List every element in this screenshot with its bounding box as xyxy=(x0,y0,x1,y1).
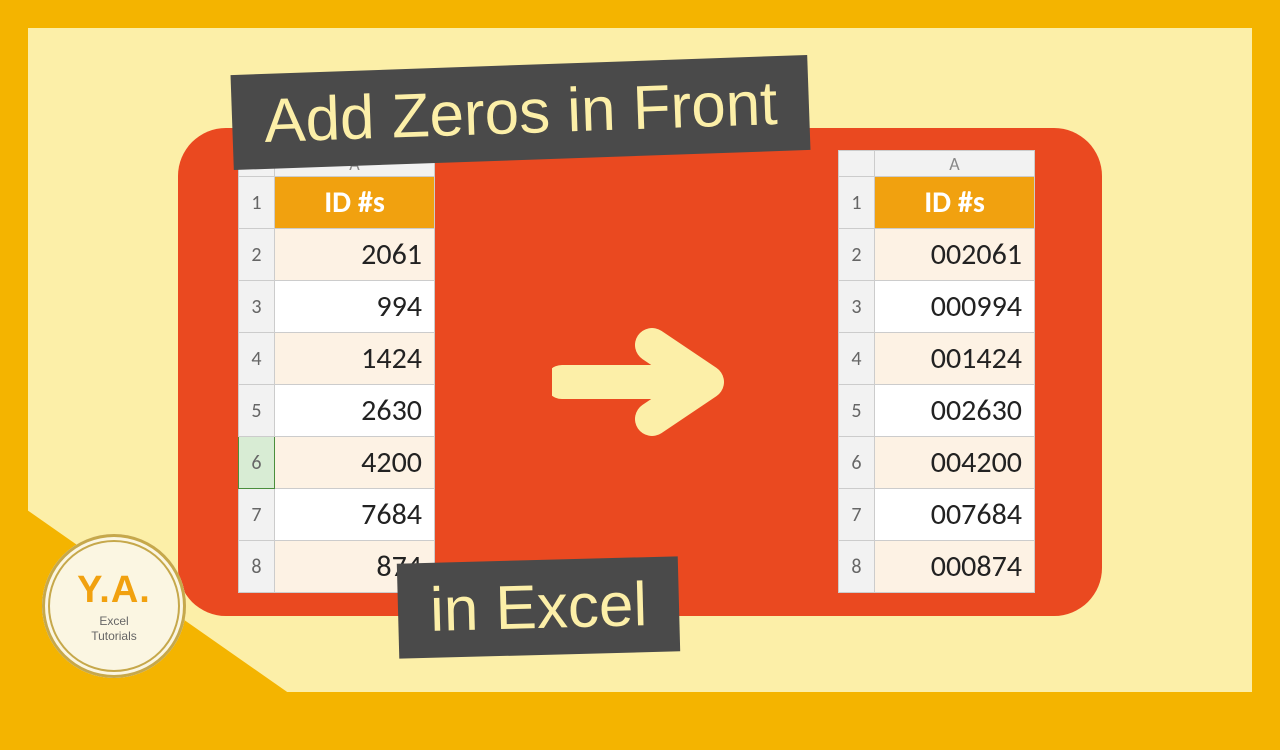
row-header: 8 xyxy=(239,541,275,593)
row-header: 1 xyxy=(839,177,875,229)
logo-initials: Y.A. xyxy=(77,569,151,612)
row-header: 5 xyxy=(839,385,875,437)
column-header: A xyxy=(875,151,1035,177)
header-cell: ID #s xyxy=(275,177,435,229)
logo-subtitle: ExcelTutorials xyxy=(91,614,137,643)
arrow-icon xyxy=(552,332,728,432)
data-cell: 2061 xyxy=(275,229,435,281)
channel-logo: Y.A. ExcelTutorials xyxy=(42,534,186,678)
title-banner-bottom: in Excel xyxy=(397,556,680,658)
row-header: 2 xyxy=(839,229,875,281)
data-cell: 994 xyxy=(275,281,435,333)
row-header: 7 xyxy=(239,489,275,541)
row-header: 4 xyxy=(239,333,275,385)
data-cell: 1424 xyxy=(275,333,435,385)
data-cell: 002630 xyxy=(875,385,1035,437)
data-cell: 007684 xyxy=(875,489,1035,541)
row-header: 7 xyxy=(839,489,875,541)
title-banner-top: Add Zeros in Front xyxy=(231,55,811,170)
row-header: 8 xyxy=(839,541,875,593)
data-cell: 001424 xyxy=(875,333,1035,385)
data-cell: 7684 xyxy=(275,489,435,541)
data-cell: 004200 xyxy=(875,437,1035,489)
row-header: 6 xyxy=(839,437,875,489)
row-header: 1 xyxy=(239,177,275,229)
table-corner xyxy=(839,151,875,177)
data-cell: 000874 xyxy=(875,541,1035,593)
data-cell: 000994 xyxy=(875,281,1035,333)
data-cell: 4200 xyxy=(275,437,435,489)
row-header: 5 xyxy=(239,385,275,437)
header-cell: ID #s xyxy=(875,177,1035,229)
row-header: 4 xyxy=(839,333,875,385)
data-cell: 002061 xyxy=(875,229,1035,281)
row-header: 3 xyxy=(239,281,275,333)
excel-table-after: A 1 ID #s 200206130009944001424500263060… xyxy=(838,150,1035,593)
row-header: 6 xyxy=(239,437,275,489)
excel-table-before: A 1 ID #s 220613994414245263064200776848… xyxy=(238,150,435,593)
data-cell: 2630 xyxy=(275,385,435,437)
row-header: 3 xyxy=(839,281,875,333)
row-header: 2 xyxy=(239,229,275,281)
